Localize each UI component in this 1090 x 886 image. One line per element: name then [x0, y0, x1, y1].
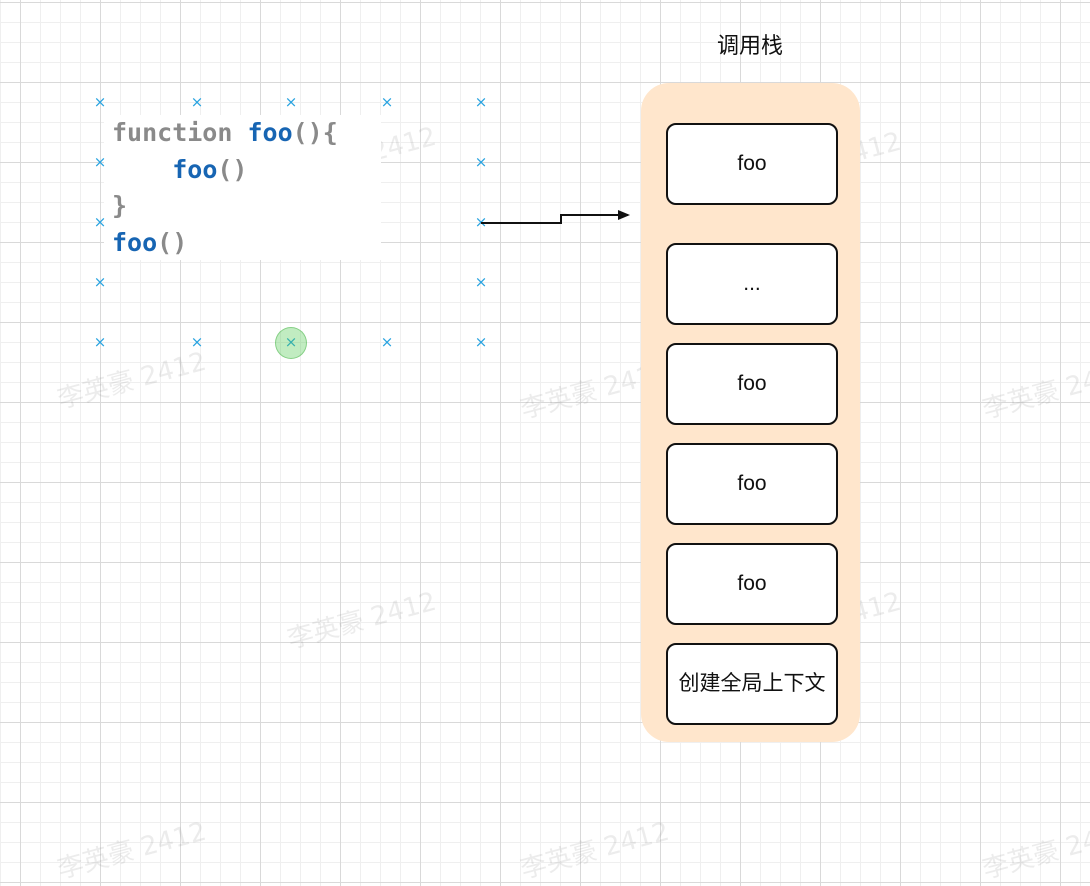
- stack-frame[interactable]: foo: [666, 443, 838, 525]
- stack-frame[interactable]: foo: [666, 343, 838, 425]
- call-stack-title: 调用栈: [716, 33, 783, 58]
- stack-frame[interactable]: ...: [666, 243, 838, 325]
- stack-frame-label: 创建全局上下文: [678, 672, 826, 695]
- stack-frame[interactable]: 创建全局上下文: [666, 643, 838, 725]
- stack-frame[interactable]: foo: [666, 543, 838, 625]
- stack-frame-label: ...: [743, 272, 761, 295]
- connector-arrow[interactable]: [481, 210, 630, 224]
- stack-frame-label: foo: [737, 472, 767, 495]
- stack-frame-label: foo: [737, 372, 767, 395]
- diagram-canvas: [481, 210, 630, 224]
- stack-frame-label: foo: [737, 152, 767, 175]
- stack-frame-label: foo: [737, 572, 767, 595]
- stack-frame[interactable]: foo: [666, 123, 838, 205]
